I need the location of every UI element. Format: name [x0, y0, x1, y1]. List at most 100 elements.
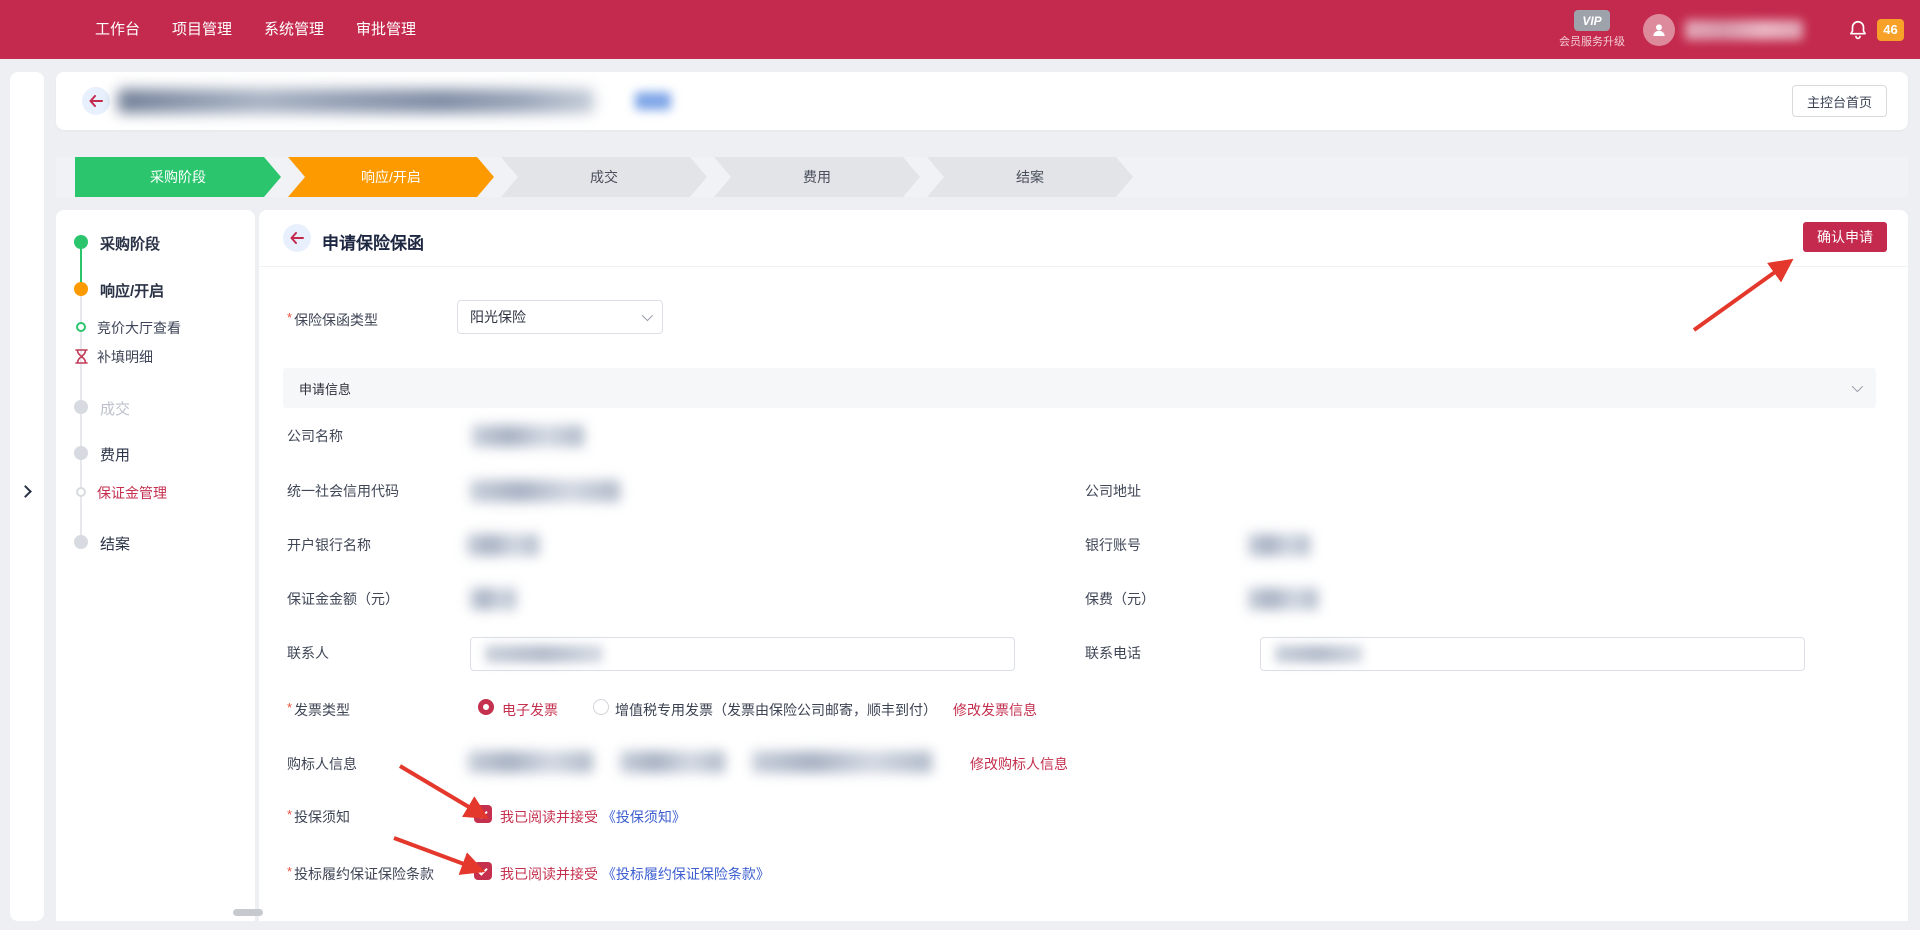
substep-ring-icon: [76, 487, 86, 497]
header-back-button[interactable]: [82, 87, 110, 115]
sidebar-item-closing[interactable]: 结案: [56, 532, 255, 552]
contact-phone-label: 联系电话: [1085, 643, 1141, 663]
redacted-username: [1685, 20, 1803, 40]
redacted-contact-value: [485, 645, 603, 663]
required-asterisk: *: [287, 864, 292, 879]
sidebar-item-response-open[interactable]: 响应/开启: [56, 279, 255, 299]
user-avatar[interactable]: [1643, 14, 1675, 46]
vat-invoice-option[interactable]: 增值税专用发票（发票由保险公司邮寄，顺丰到付）: [615, 700, 937, 720]
agree-text: 我已阅读并接受: [500, 809, 598, 825]
insurance-notice-link[interactable]: 《投保须知》: [602, 809, 686, 825]
sidebar-item-procurement-stage[interactable]: 采购阶段: [56, 232, 255, 252]
phase-progress-bar: 采购阶段 响应/开启 成交 费用 结案: [56, 157, 1908, 197]
nav-item-approval-management[interactable]: 审批管理: [356, 0, 416, 59]
page-title: 申请保险保函: [322, 229, 424, 254]
vip-caption: 会员服务升级: [1559, 33, 1625, 49]
nav-item-system-management[interactable]: 系统管理: [264, 0, 324, 59]
redacted-deposit-amount: [470, 588, 516, 610]
redacted-buyer-phone: [620, 751, 725, 773]
bid-performance-terms-link[interactable]: 《投标履约保证保险条款》: [602, 866, 770, 882]
insurance-notice-checkbox[interactable]: [474, 805, 492, 823]
section-title: 申请信息: [299, 379, 351, 398]
step-procurement-stage[interactable]: 采购阶段: [75, 157, 281, 197]
notification-count-badge[interactable]: 46: [1877, 19, 1904, 41]
stage-current-dot-icon: [74, 282, 88, 296]
check-icon: [477, 808, 487, 818]
back-arrow-icon: [290, 232, 304, 244]
redacted-buyer-id: [752, 751, 932, 773]
nav-right-cluster: VIP 会员服务升级 46: [1559, 0, 1904, 59]
bank-account-label: 银行账号: [1085, 535, 1141, 555]
divider: [259, 266, 1908, 267]
insurance-guarantee-form-card: 申请保险保函 确认申请 *保险保函类型 阳光保险 申请信息 公司名称 统一社会信…: [259, 210, 1908, 921]
stage-pending-dot-icon: [74, 535, 88, 549]
terms-agree-row: 我已阅读并接受 《投标履约保证保险条款》: [500, 864, 770, 884]
required-asterisk: *: [287, 700, 292, 715]
application-info-section-header[interactable]: 申请信息: [283, 368, 1876, 408]
substep-done-ring-icon: [76, 322, 86, 332]
edit-buyer-info-link[interactable]: 修改购标人信息: [970, 754, 1068, 774]
stage-pending-dot-icon: [74, 446, 88, 460]
redacted-status-badge: [635, 92, 671, 110]
confirm-apply-button[interactable]: 确认申请: [1803, 222, 1887, 252]
chevron-down-icon: [642, 310, 653, 321]
vat-invoice-radio[interactable]: [593, 699, 609, 715]
buyer-info-label: 购标人信息: [287, 754, 357, 774]
electronic-invoice-radio[interactable]: [478, 699, 494, 715]
required-asterisk: *: [287, 310, 292, 325]
guarantee-type-select[interactable]: 阳光保险: [457, 300, 663, 334]
vip-upgrade[interactable]: VIP 会员服务升级: [1559, 10, 1625, 49]
redacted-premium: [1248, 588, 1318, 610]
step-response-open[interactable]: 响应/开启: [288, 157, 494, 197]
notification-bell-icon[interactable]: [1847, 18, 1869, 42]
hourglass-icon: [75, 349, 88, 364]
sidebar-item-fees[interactable]: 费用: [56, 443, 255, 463]
top-navbar: 工作台 项目管理 系统管理 审批管理 VIP 会员服务升级 46: [0, 0, 1920, 59]
check-icon: [477, 865, 487, 875]
company-address-label: 公司地址: [1085, 481, 1141, 501]
agree-text: 我已阅读并接受: [500, 866, 598, 882]
redacted-contact-phone-value: [1275, 645, 1363, 663]
redacted-credit-code: [470, 480, 620, 502]
guarantee-type-label: *保险保函类型: [287, 310, 378, 330]
insurance-notice-label: *投保须知: [287, 807, 350, 827]
redacted-company-name: [472, 425, 584, 447]
horizontal-scrollbar-thumb[interactable]: [233, 909, 263, 916]
redacted-bank-name: [467, 534, 539, 556]
redacted-project-title: [118, 89, 594, 113]
sidebar-item-fill-details[interactable]: 补填明细: [56, 346, 255, 366]
bid-performance-terms-checkbox[interactable]: [474, 862, 492, 880]
nav-item-workbench[interactable]: 工作台: [95, 0, 140, 59]
step-deal[interactable]: 成交: [501, 157, 707, 197]
collapse-chevron-icon: [1852, 381, 1863, 392]
redacted-bank-account: [1248, 534, 1310, 556]
bid-performance-terms-label: *投标履约保证保险条款: [287, 864, 434, 884]
person-icon: [1650, 21, 1668, 39]
stage-done-dot-icon: [74, 235, 88, 249]
notice-agree-row: 我已阅读并接受 《投保须知》: [500, 807, 686, 827]
step-closing[interactable]: 结案: [927, 157, 1133, 197]
required-asterisk: *: [287, 807, 292, 822]
page-header-card: 主控台首页: [56, 72, 1908, 130]
sidebar-item-deposit-management[interactable]: 保证金管理: [56, 482, 255, 502]
form-back-button[interactable]: [283, 224, 311, 252]
sidebar-item-bidding-hall[interactable]: 竞价大厅查看: [56, 317, 255, 337]
bank-name-label: 开户银行名称: [287, 535, 371, 555]
nav-menu: 工作台 项目管理 系统管理 审批管理: [0, 0, 416, 59]
expand-panel-chevron-icon[interactable]: [19, 485, 32, 498]
console-home-button[interactable]: 主控台首页: [1792, 85, 1887, 117]
contact-phone-input[interactable]: [1260, 637, 1805, 671]
stage-sidebar: 采购阶段 响应/开启 竞价大厅查看 补填明细 成交 费用 保证金管理 结案: [56, 210, 255, 921]
premium-label: 保费（元）: [1085, 589, 1155, 609]
vip-icon: VIP: [1574, 10, 1610, 31]
deposit-amount-label: 保证金金额（元）: [287, 589, 399, 609]
redacted-buyer-name: [468, 751, 593, 773]
electronic-invoice-option[interactable]: 电子发票: [502, 700, 558, 720]
sidebar-item-deal[interactable]: 成交: [56, 397, 255, 417]
nav-item-project-management[interactable]: 项目管理: [172, 0, 232, 59]
stage-pending-dot-icon: [74, 400, 88, 414]
edit-invoice-info-link[interactable]: 修改发票信息: [953, 700, 1037, 720]
contact-input[interactable]: [470, 637, 1015, 671]
back-arrow-icon: [89, 95, 103, 107]
step-fees[interactable]: 费用: [714, 157, 920, 197]
